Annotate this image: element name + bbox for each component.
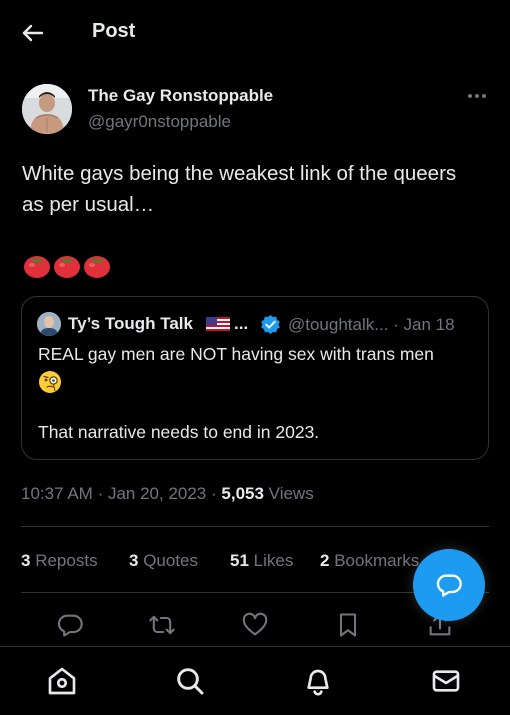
author-name[interactable]: The Gay Ronstoppable	[88, 86, 273, 106]
meta-separator: ·	[211, 484, 222, 503]
quote-text-line1: REAL gay men are NOT having sex with tra…	[38, 344, 434, 364]
divider	[21, 526, 489, 527]
notifications-icon	[302, 665, 334, 697]
tomato-emoji-row	[22, 250, 112, 280]
like-icon	[241, 611, 269, 639]
likes-count: 51	[230, 551, 249, 570]
nav-search[interactable]	[174, 665, 206, 697]
nav-notifications[interactable]	[302, 665, 334, 697]
more-options-button[interactable]	[462, 86, 492, 106]
likes-label: Likes	[253, 551, 294, 570]
reposts-stat[interactable]: 3 Reposts	[21, 551, 98, 571]
quote-author-avatar	[37, 312, 61, 336]
nav-messages[interactable]	[430, 665, 462, 697]
post-meta: 10:37 AM · Jan 20, 2023 · 5,053 Views	[21, 484, 314, 504]
bookmarks-label: Bookmarks	[334, 551, 420, 570]
monocle-face-emoji	[38, 370, 62, 394]
messages-icon	[430, 665, 462, 697]
quote-handle-date: @toughtalk... · Jan 18	[288, 315, 455, 334]
views-count: 5,053	[221, 484, 264, 503]
more-horizontal-icon	[462, 86, 492, 106]
quoted-tweet-card[interactable]: Ty’s Tough Talk ... @toughtalk... · Jan …	[21, 296, 489, 460]
bookmark-button[interactable]	[334, 611, 362, 639]
bottom-navigation	[0, 646, 510, 715]
post-date: Jan 20, 2023	[107, 484, 207, 503]
quote-text-line2: That narrative needs to end in 2023.	[38, 422, 320, 442]
quotes-stat[interactable]: 3 Quotes	[129, 551, 198, 571]
tomato-icon	[54, 256, 80, 278]
nav-home[interactable]	[46, 665, 78, 697]
us-flag-icon	[206, 317, 230, 331]
top-bar: Post	[0, 0, 510, 66]
reply-icon	[56, 611, 84, 639]
search-icon	[174, 665, 206, 697]
tomato-icon	[24, 256, 50, 278]
tomato-icon	[84, 256, 110, 278]
home-icon	[46, 665, 78, 697]
verified-badge-icon	[260, 314, 281, 335]
quotes-count: 3	[129, 551, 139, 570]
bookmarks-count: 2	[320, 551, 330, 570]
compose-reply-fab[interactable]	[413, 549, 485, 621]
quote-name-ellipsis: ...	[234, 314, 249, 333]
back-button[interactable]	[20, 21, 46, 45]
tweet-text: White gays being the weakest link of the…	[22, 162, 457, 216]
author-handle[interactable]: @gayr0nstoppable	[88, 112, 231, 132]
quotes-label: Quotes	[143, 551, 199, 570]
repost-icon	[148, 611, 176, 639]
meta-separator: ·	[97, 484, 108, 503]
bookmark-icon	[334, 611, 362, 639]
like-button[interactable]	[241, 611, 269, 639]
reply-bubble-icon	[435, 571, 463, 599]
views-label: Views	[268, 484, 314, 503]
repost-button[interactable]	[148, 611, 176, 639]
reposts-label: Reposts	[35, 551, 98, 570]
reposts-count: 3	[21, 551, 31, 570]
page-title: Post	[92, 20, 136, 42]
author-avatar[interactable]	[22, 84, 72, 134]
post-time: 10:37 AM	[21, 484, 93, 503]
quote-author-name: Ty’s Tough Talk	[68, 314, 193, 333]
reply-button[interactable]	[56, 611, 84, 639]
arrow-left-icon	[20, 21, 46, 45]
bookmarks-stat[interactable]: 2 Bookmarks	[320, 551, 419, 571]
likes-stat[interactable]: 51 Likes	[230, 551, 293, 571]
